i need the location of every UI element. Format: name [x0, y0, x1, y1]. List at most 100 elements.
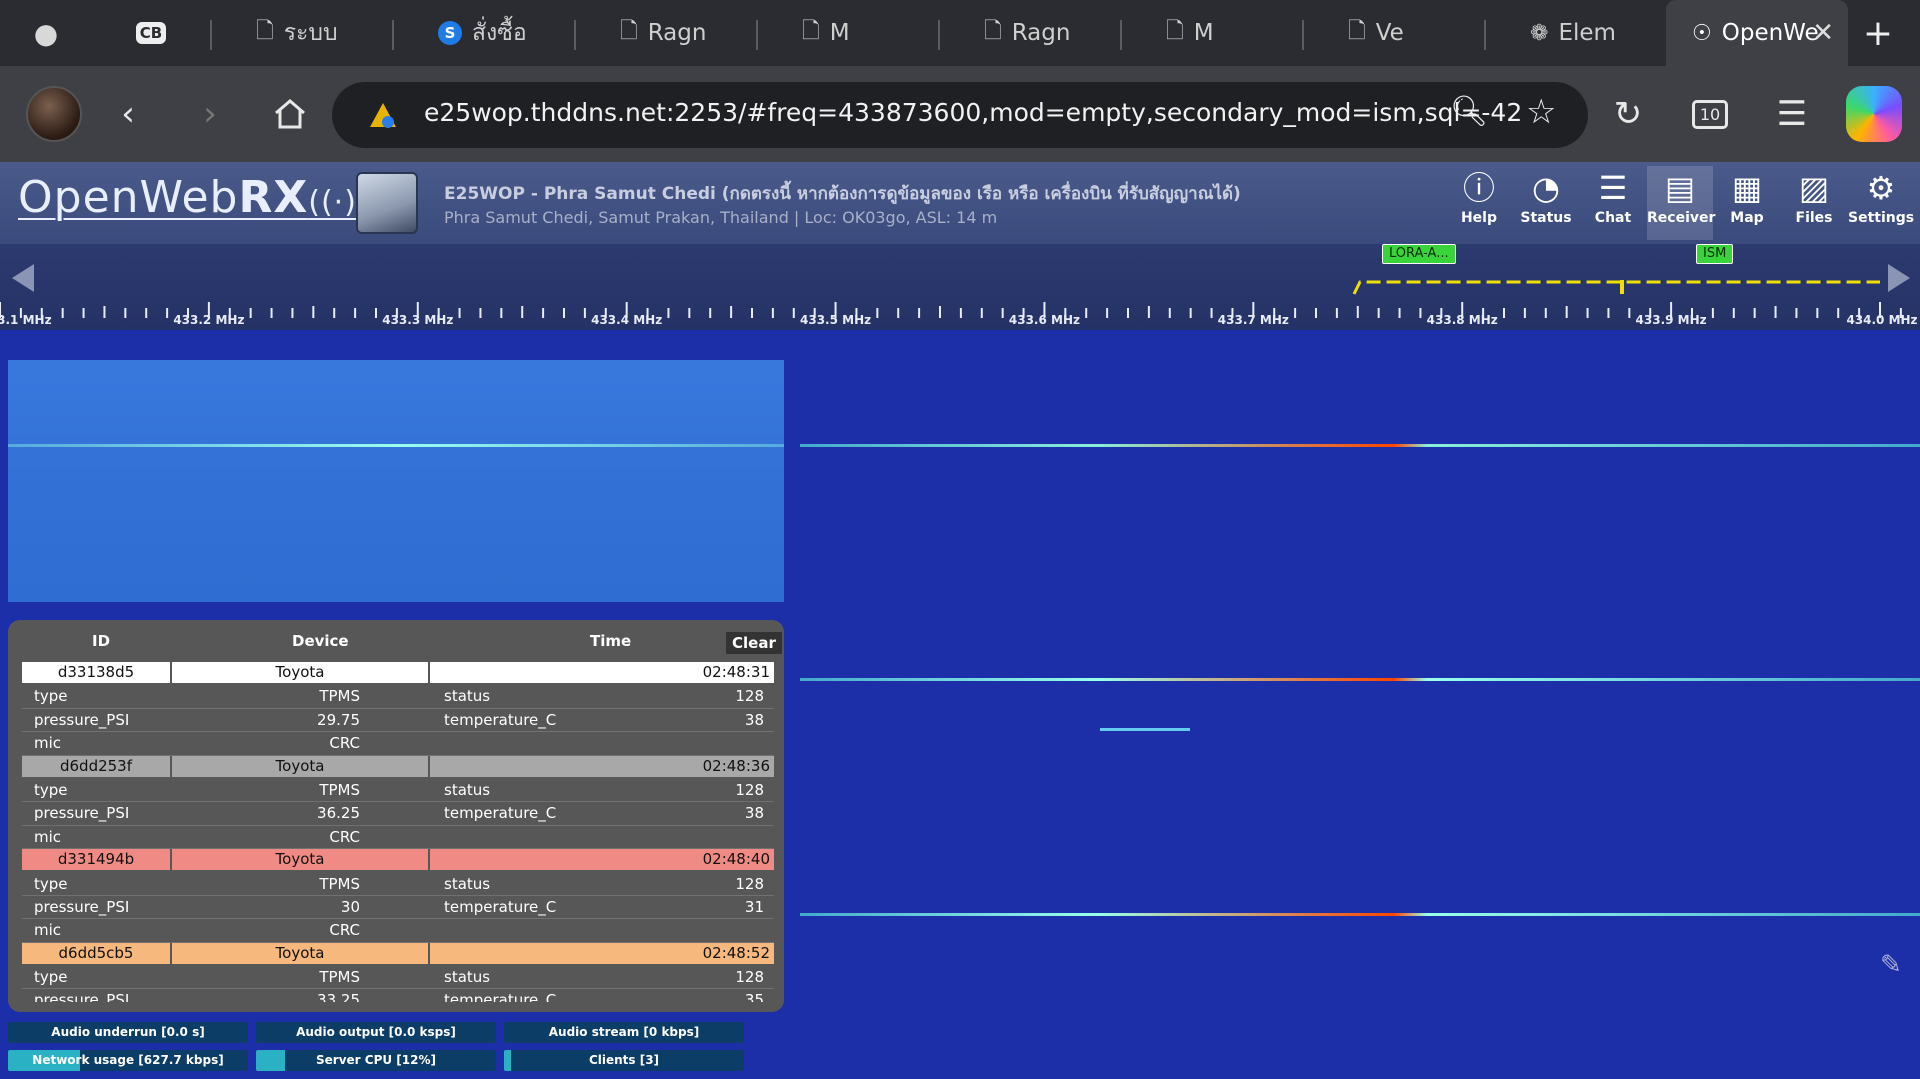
gear-icon: ⚙: [1866, 169, 1896, 207]
detail-row: pressure_PSI 33.25 temperature_C 35: [22, 989, 774, 1002]
row-id: d6dd253f: [22, 755, 170, 777]
clear-button[interactable]: Clear: [726, 632, 782, 654]
waterfall-display[interactable]: ✎ ID Device Time Clear d33138d5 Toyota 02:…: [0, 330, 1920, 1079]
col-device: Device: [292, 632, 349, 650]
tool-settings[interactable]: ⚙ Settings: [1848, 166, 1914, 240]
tab-8[interactable]: ☉ OpenWe ✕: [1666, 0, 1848, 66]
openwebrx-logo[interactable]: OpenWebRX((·)): [18, 172, 370, 223]
tool-status[interactable]: ◔ Status: [1513, 166, 1579, 240]
table-row[interactable]: d33138d5 Toyota 02:48:31: [22, 662, 774, 685]
field-key: type: [34, 874, 68, 893]
detail-row: pressure_PSI 36.25 temperature_C 38: [22, 802, 774, 826]
copilot-icon[interactable]: [1846, 86, 1902, 142]
tab-3[interactable]: 🗋 M: [756, 0, 938, 66]
reload-icon[interactable]: ↻: [1604, 90, 1652, 138]
tool-help[interactable]: ⓘ Help: [1446, 166, 1512, 240]
signal-trace: [800, 444, 1920, 447]
scroll-left-icon[interactable]: [12, 264, 34, 292]
field-value: CRC: [329, 827, 360, 846]
calendar-favicon: 🗋: [1348, 19, 1366, 44]
field-key: pressure_PSI: [34, 804, 130, 823]
field-value: TPMS: [319, 780, 360, 799]
tool-map[interactable]: ▦ Map: [1714, 166, 1780, 240]
field-key: type: [34, 687, 68, 706]
scroll-right-icon[interactable]: [1888, 264, 1910, 292]
incognito-icon[interactable]: ●: [0, 0, 92, 66]
detail-row: pressure_PSI 29.75 temperature_C 38: [22, 709, 774, 733]
tab-6[interactable]: 🗋 Ve: [1302, 0, 1484, 66]
close-tab-icon[interactable]: ✕: [1812, 18, 1834, 48]
tool-receiver[interactable]: ▤ Receiver: [1647, 166, 1716, 240]
ism-decoder-panel: ID Device Time Clear d33138d5 Toyota 02:48…: [8, 620, 784, 1012]
menu-icon[interactable]: ☰: [1768, 90, 1816, 138]
tab-count-button[interactable]: 10: [1686, 90, 1734, 138]
frequency-scale[interactable]: 433.1 MHz 433.2 MHz 433.3 MHz 433.4 MHz 433.…: [0, 244, 1920, 330]
tool-files[interactable]: ▨ Files: [1781, 166, 1847, 240]
tab-label: M: [829, 20, 850, 46]
bookmark-star-icon[interactable]: ☆: [1526, 92, 1556, 132]
gauge-icon: ◔: [1532, 169, 1560, 207]
field-key: status: [444, 968, 491, 987]
receiver-title[interactable]: E25WOP - Phra Samut Chedi (กดตรงนี้ หากต…: [444, 180, 1241, 207]
col-time: Time: [590, 632, 632, 650]
signal-trace: [8, 444, 784, 447]
tab-strip: ● CB 🗋 ระบบ S สั่งซื้อ 🗋 Ragn 🗋 M 🗋 Ragn 🗋 M 🗋 Ve ❁ Ele…: [0, 0, 1920, 66]
field-value: TPMS: [319, 874, 360, 893]
field-value: 128: [735, 874, 764, 893]
tab-2[interactable]: 🗋 Ragn: [574, 0, 756, 66]
back-icon[interactable]: ‹: [104, 90, 152, 138]
tab-0[interactable]: 🗋 ระบบ: [210, 0, 392, 66]
tab-label: ระบบ: [283, 20, 338, 46]
tab-label: สั่งซื้อ: [472, 20, 527, 46]
band-tag-ism[interactable]: ISM: [1696, 244, 1734, 264]
receiver-avatar[interactable]: [356, 172, 418, 234]
openwebrx-header: OpenWebRX((·)) E25WOP - Phra Samut Chedi…: [0, 162, 1920, 244]
tool-label: Receiver: [1647, 210, 1716, 226]
status-bars: Audio underrun [0.0 s] Audio output [0.0…: [8, 1022, 748, 1072]
field-value: 128: [735, 780, 764, 799]
table-row[interactable]: d331494b Toyota 02:48:40: [22, 849, 774, 872]
tab-switcher-icon[interactable]: CB: [92, 0, 210, 66]
tab-4[interactable]: 🗋 Ragn: [938, 0, 1120, 66]
audio-stream-bar: Audio stream [0 kbps]: [504, 1022, 744, 1043]
profile-avatar[interactable]: [26, 86, 82, 142]
site-warning-icon[interactable]: [368, 100, 398, 130]
tab-label: Ragn: [647, 20, 707, 46]
scale-label: 433.5 MHz: [800, 313, 871, 327]
element-favicon: ❁: [1530, 20, 1549, 46]
decoded-rows[interactable]: d33138d5 Toyota 02:48:31 type TPMS status 128 p…: [22, 662, 774, 1002]
field-key: type: [34, 780, 68, 799]
url-text[interactable]: e25wop.thddns.net:2253/#freq=433873600,m…: [424, 98, 1522, 127]
scale-label: 433.4 MHz: [591, 313, 662, 327]
home-icon[interactable]: [266, 90, 314, 138]
field-value: 35: [744, 991, 764, 1002]
scale-label: 433.2 MHz: [173, 313, 244, 327]
tool-label: Files: [1795, 210, 1833, 226]
network-usage-bar: Network usage [627.7 kbps]: [8, 1050, 248, 1071]
zoom-icon[interactable]: 🔍︎: [1450, 94, 1488, 129]
tab-1[interactable]: S สั่งซื้อ: [392, 0, 574, 66]
detail-row: type TPMS status 128: [22, 966, 774, 990]
scale-label: 433.3 MHz: [382, 313, 453, 327]
row-id: d33138d5: [22, 662, 170, 683]
server-cpu-bar: Server CPU [12%]: [256, 1050, 496, 1071]
table-row[interactable]: d6dd253f Toyota 02:48:36: [22, 755, 774, 779]
field-value: 33.25: [317, 991, 360, 1002]
field-value: 128: [735, 687, 764, 706]
edit-pencil-icon[interactable]: ✎: [1880, 950, 1902, 980]
address-bar[interactable]: e25wop.thddns.net:2253/#freq=433873600,m…: [332, 82, 1588, 148]
forward-icon[interactable]: ›: [186, 90, 234, 138]
field-value: TPMS: [319, 687, 360, 706]
band-tag-lora[interactable]: LORA-A...: [1382, 244, 1456, 264]
scale-label: 433.9 MHz: [1636, 313, 1707, 327]
new-tab-icon[interactable]: +: [1848, 0, 1908, 66]
tab-label: M: [1193, 20, 1214, 46]
tab-7[interactable]: ❁ Elem: [1484, 0, 1666, 66]
tab-5[interactable]: 🗋 M: [1120, 0, 1302, 66]
field-key: mic: [34, 921, 62, 940]
passband-marker[interactable]: [1352, 280, 1880, 295]
scale-label: 434.0 MHz: [1846, 313, 1917, 327]
table-row[interactable]: d6dd5cb5 Toyota 02:48:52: [22, 942, 774, 966]
field-key: temperature_C: [444, 804, 557, 823]
tool-chat[interactable]: ☰ Chat: [1580, 166, 1646, 240]
